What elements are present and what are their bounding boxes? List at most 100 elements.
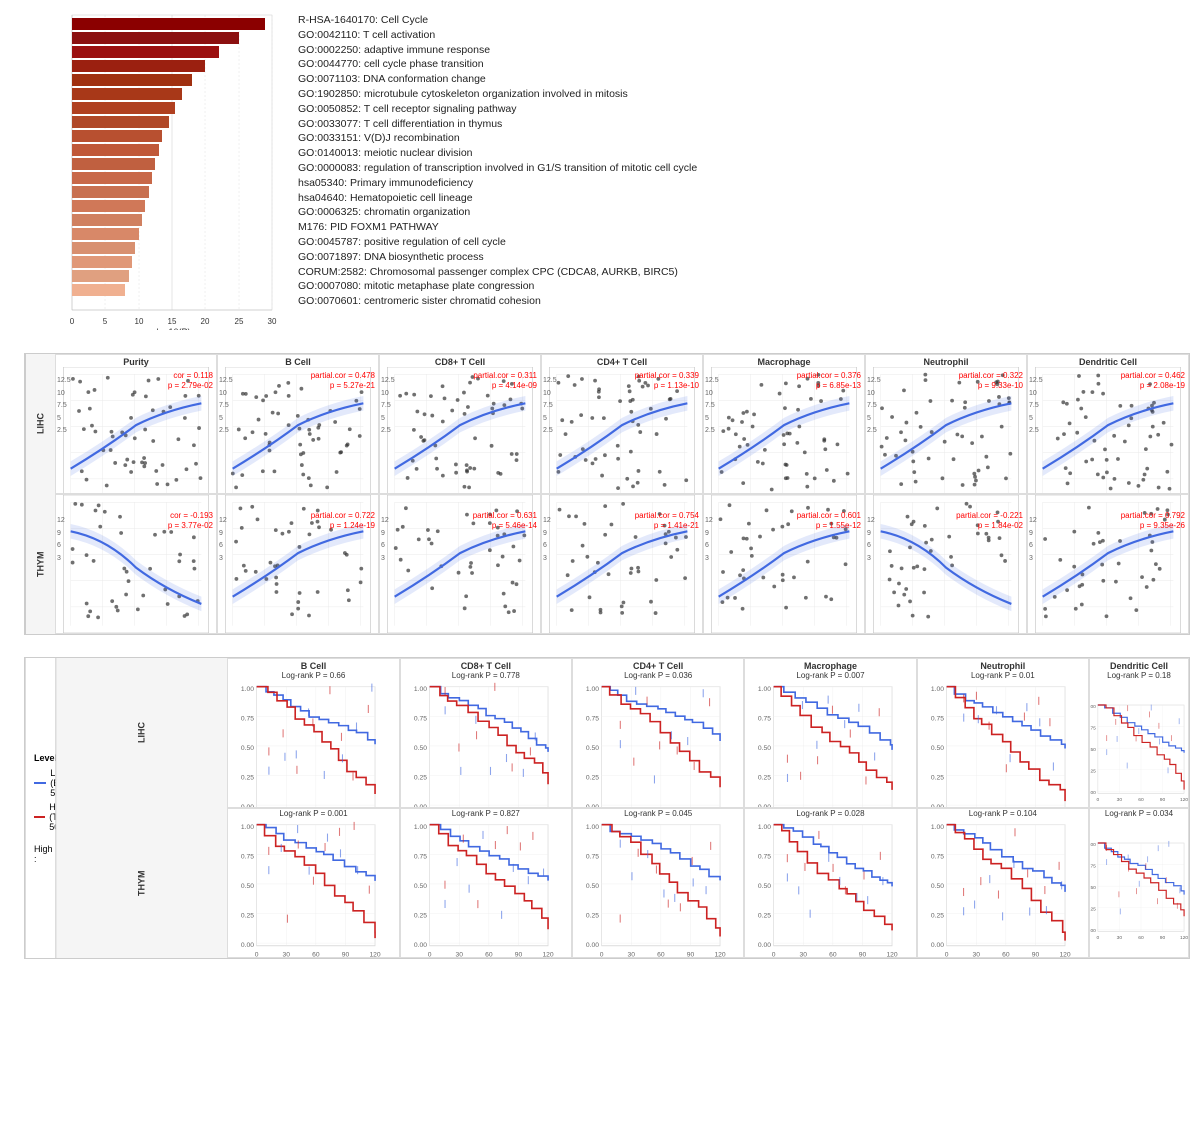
- svg-text:30: 30: [972, 952, 980, 958]
- svg-text:1.00: 1.00: [931, 686, 944, 693]
- svg-text:0.00: 0.00: [758, 942, 771, 949]
- surv-col-title-2: CD4+ T Cell: [573, 659, 743, 671]
- svg-text:120: 120: [542, 952, 553, 958]
- scatter-stat-1-5: partial.cor = -0.221p = 1.84e-02: [956, 511, 1023, 532]
- surv-col-title-1: CD8+ T Cell: [401, 659, 571, 671]
- survival-grid: LIHCB CellLog-rank P = 0.661.000.750.500…: [24, 657, 1190, 959]
- scatter-stat-1-0: cor = -0.193p = 3.77e-02: [168, 511, 213, 532]
- svg-text:0.50: 0.50: [241, 883, 254, 890]
- y-ticks-0-2: 12.5107.552.5: [381, 375, 395, 438]
- scatter-stat-1-1: partial.cor = 0.722p = 1.24e-19: [311, 511, 375, 532]
- surv-cell-1-1: Log-rank P = 0.8271.000.750.500.250.0003…: [400, 808, 572, 958]
- svg-text:0.75: 0.75: [931, 715, 944, 722]
- scatter-row-label-0: LIHC: [25, 354, 55, 494]
- svg-text:120: 120: [1180, 797, 1188, 803]
- svg-text:0.50: 0.50: [241, 745, 254, 752]
- svg-text:0: 0: [600, 952, 604, 958]
- svg-text:0.25: 0.25: [241, 775, 254, 782]
- svg-text:1.00: 1.00: [414, 686, 427, 693]
- surv-cell-0-3: MacrophageLog-rank P = 0.0071.000.750.50…: [744, 658, 916, 808]
- scatter-col-title-0: Purity: [56, 355, 216, 367]
- svg-text:10: 10: [135, 317, 144, 326]
- surv-cell-1-2: Log-rank P = 0.0451.000.750.500.250.0003…: [572, 808, 744, 958]
- scatter-cell-0-2: CD8+ T Cellpartial.cor = 0.311p = 4.14e-…: [379, 354, 541, 494]
- svg-text:90: 90: [1160, 935, 1166, 941]
- scatter-row-label-1: THYM: [25, 494, 55, 634]
- svg-text:60: 60: [312, 952, 320, 958]
- scatter-cell-1-4: partial.cor = 0.601p = 1.55e-12 12963: [703, 494, 865, 634]
- y-ticks-1-4: 12963: [705, 515, 713, 565]
- svg-text:1.00: 1.00: [1090, 704, 1096, 710]
- svg-text:0.25: 0.25: [586, 913, 599, 920]
- scatter-col-title-6: Dendritic Cell: [1028, 355, 1188, 367]
- svg-text:0.75: 0.75: [758, 715, 771, 722]
- svg-text:0.25: 0.25: [414, 775, 427, 782]
- surv-cell-0-4: NeutrophilLog-rank P = 0.011.000.750.500…: [917, 658, 1089, 808]
- surv-pval-1-4: Log-rank P = 0.104: [918, 809, 1088, 818]
- svg-text:0.00: 0.00: [1090, 790, 1096, 796]
- svg-text:1.00: 1.00: [241, 686, 254, 693]
- svg-text:1.00: 1.00: [586, 686, 599, 693]
- surv-row-label-0: LIHC: [55, 658, 227, 808]
- svg-text:0.50: 0.50: [414, 883, 427, 890]
- pathway-label-19: GO:0070601: centromeric sister chromatid…: [298, 293, 1190, 308]
- scatter-cell-0-3: CD4+ T Cellpartial.cor = 0.339p = 1.13e-…: [541, 354, 703, 494]
- svg-text:0: 0: [772, 952, 776, 958]
- svg-text:1.00: 1.00: [586, 824, 599, 831]
- svg-text:1.00: 1.00: [414, 824, 427, 831]
- svg-text:1.00: 1.00: [241, 824, 254, 831]
- pathway-label-18: GO:0007080: mitotic metaphase plate cong…: [298, 278, 1190, 293]
- surv-pval-1-3: Log-rank P = 0.028: [745, 809, 915, 818]
- y-ticks-1-0: 12963: [57, 515, 65, 565]
- pathway-label-13: GO:0006325: chromatin organization: [298, 204, 1190, 219]
- svg-text:0.75: 0.75: [586, 715, 599, 722]
- scatter-cell-1-3: partial.cor = 0.754p = 1.41e-2112963: [541, 494, 703, 634]
- scatter-cell-1-0: cor = -0.193p = 3.77e-02 12963: [55, 494, 217, 634]
- svg-text:0.75: 0.75: [931, 853, 944, 860]
- svg-text:0.50: 0.50: [414, 745, 427, 752]
- scatter-stat-0-1: partial.cor = 0.478p = 5.27e-21: [311, 371, 375, 392]
- svg-text:60: 60: [1138, 797, 1144, 803]
- b-grid-wrap: LIHCPuritycor = 0.118p = 2.79e-0212.5107…: [24, 353, 1190, 637]
- svg-text:60: 60: [1138, 935, 1144, 941]
- svg-text:0: 0: [944, 952, 948, 958]
- surv-cell-0-0: B CellLog-rank P = 0.661.000.750.500.250…: [227, 658, 399, 808]
- svg-text:5: 5: [103, 317, 108, 326]
- svg-text:90: 90: [687, 952, 695, 958]
- svg-text:0.25: 0.25: [931, 775, 944, 782]
- svg-text:30: 30: [628, 952, 636, 958]
- surv-col-title-4: Neutrophil: [918, 659, 1088, 671]
- c-grid-wrap: LIHCB CellLog-rank P = 0.661.000.750.500…: [24, 657, 1190, 961]
- svg-text:60: 60: [1002, 952, 1010, 958]
- surv-cell-0-5: Dendritic CellLog-rank P = 0.181.000.750…: [1089, 658, 1189, 808]
- surv-col-title-0: B Cell: [228, 659, 398, 671]
- pathway-label-5: GO:1902850: microtubule cytoskeleton org…: [298, 86, 1190, 101]
- svg-text:0.75: 0.75: [758, 853, 771, 860]
- scatter-cell-0-0: Puritycor = 0.118p = 2.79e-0212.5107.552…: [55, 354, 217, 494]
- scatter-stat-1-4: partial.cor = 0.601p = 1.55e-12: [797, 511, 861, 532]
- svg-text:60: 60: [829, 952, 837, 958]
- y-ticks-1-3: 12963: [543, 515, 551, 565]
- scatter-stat-1-6: partial.cor = 0.792p = 9.35e-26: [1121, 511, 1185, 532]
- svg-text:15: 15: [168, 317, 177, 326]
- surv-pval-0-4: Log-rank P = 0.01: [918, 671, 1088, 680]
- svg-text:25: 25: [235, 317, 244, 326]
- scatter-col-title-1: B Cell: [218, 355, 378, 367]
- bar-chart-svg: 0 5 10 15 20 25 30 -log10(P): [32, 10, 292, 330]
- y-ticks-0-4: 12.5107.552.5: [705, 375, 719, 438]
- svg-text:120: 120: [714, 952, 725, 958]
- surv-cell-0-1: CD8+ T CellLog-rank P = 0.7781.000.750.5…: [400, 658, 572, 808]
- scatter-cell-1-2: partial.cor = 0.631p = 5.46e-1412963: [379, 494, 541, 634]
- legend-color-1: [34, 816, 45, 818]
- y-ticks-1-2: 12963: [381, 515, 389, 565]
- svg-text:0.25: 0.25: [414, 913, 427, 920]
- svg-text:90: 90: [1031, 952, 1039, 958]
- pathway-label-2: GO:0002250: adaptive immune response: [298, 42, 1190, 57]
- scatter-col-title-2: CD8+ T Cell: [380, 355, 540, 367]
- scatter-stat-0-3: partial.cor = 0.339p = 1.13e-10: [635, 371, 699, 392]
- scatter-cell-0-6: Dendritic Cellpartial.cor = 0.462p = 2.0…: [1027, 354, 1189, 494]
- svg-text:0.25: 0.25: [586, 775, 599, 782]
- surv-cell-1-0: Log-rank P = 0.0011.000.750.500.250.0003…: [227, 808, 399, 958]
- surv-cell-1-4: Log-rank P = 0.1041.000.750.500.250.0003…: [917, 808, 1089, 958]
- svg-text:0.75: 0.75: [241, 853, 254, 860]
